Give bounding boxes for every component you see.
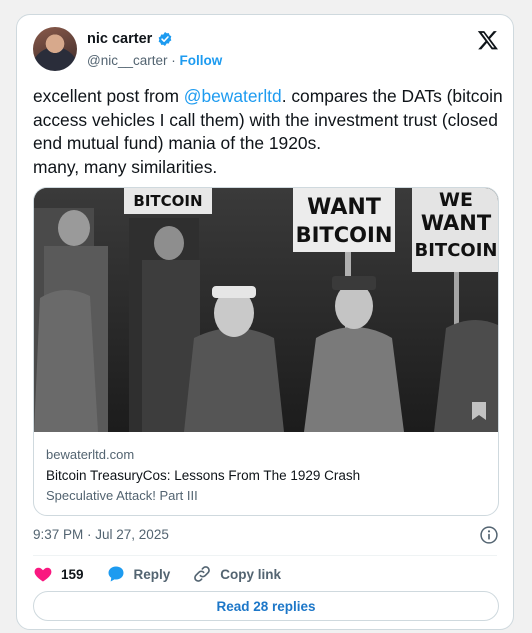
link-icon	[194, 566, 211, 582]
author-name[interactable]: nic carter	[87, 31, 152, 47]
info-icon[interactable]	[479, 525, 499, 545]
sign-right-line1: WE	[439, 189, 473, 211]
copy-link-label: Copy link	[220, 566, 282, 582]
link-preview-card[interactable]: BITCOIN WANT BITCOIN WE WANT BITCOIN bew…	[33, 187, 499, 516]
mention-link[interactable]: @bewaterltd	[184, 86, 282, 106]
tweet-text: excellent post from @bewaterltd. compare…	[33, 85, 503, 179]
separator-dot: ·	[171, 53, 176, 68]
author-handle-row: @nic__carter · Follow	[87, 53, 222, 68]
reply-bubble-icon	[108, 566, 124, 582]
sign-left: BITCOIN	[124, 188, 212, 214]
reply-label: Reply	[133, 566, 171, 582]
like-count: 159	[61, 566, 84, 582]
sign-center-line1: WANT	[307, 195, 381, 220]
tweet-text-before: excellent post from	[33, 86, 184, 106]
link-card-domain: bewaterltd.com	[46, 447, 135, 462]
x-logo-icon[interactable]	[477, 29, 499, 51]
sign-right-line2: WANT	[421, 211, 492, 235]
read-replies-button[interactable]: Read 28 replies	[33, 591, 499, 621]
author-name-row: nic carter	[87, 31, 173, 47]
sign-right: WE WANT BITCOIN	[412, 188, 498, 272]
action-bar: 159 Reply Copy link	[33, 563, 303, 585]
link-preview-image[interactable]: BITCOIN WANT BITCOIN WE WANT BITCOIN	[34, 188, 498, 432]
author-handle[interactable]: @nic__carter	[87, 53, 168, 68]
verified-badge-icon	[158, 32, 172, 46]
sign-center: WANT BITCOIN	[293, 188, 395, 252]
sign-left-text: BITCOIN	[133, 192, 202, 210]
copy-link-button[interactable]: Copy link	[192, 564, 281, 584]
link-card-description: Speculative Attack! Part III	[46, 488, 198, 503]
sign-center-line2: BITCOIN	[296, 223, 393, 247]
tweet-timestamp[interactable]: 9:37 PM · Jul 27, 2025	[33, 527, 169, 542]
like-button[interactable]: 159	[33, 564, 84, 584]
divider	[33, 555, 497, 556]
link-card-title: Bitcoin TreasuryCos: Lessons From The 19…	[46, 468, 361, 483]
sign-right-line3: BITCOIN	[415, 240, 498, 261]
avatar[interactable]	[33, 27, 77, 71]
bookmark-icon[interactable]	[470, 400, 488, 422]
heart-icon	[34, 567, 52, 582]
protest-photo: BITCOIN WANT BITCOIN WE WANT BITCOIN	[34, 188, 498, 432]
tweet-card: nic carter @nic__carter · Follow excelle…	[16, 14, 514, 630]
reply-button[interactable]: Reply	[106, 564, 171, 584]
follow-button[interactable]: Follow	[180, 53, 223, 68]
